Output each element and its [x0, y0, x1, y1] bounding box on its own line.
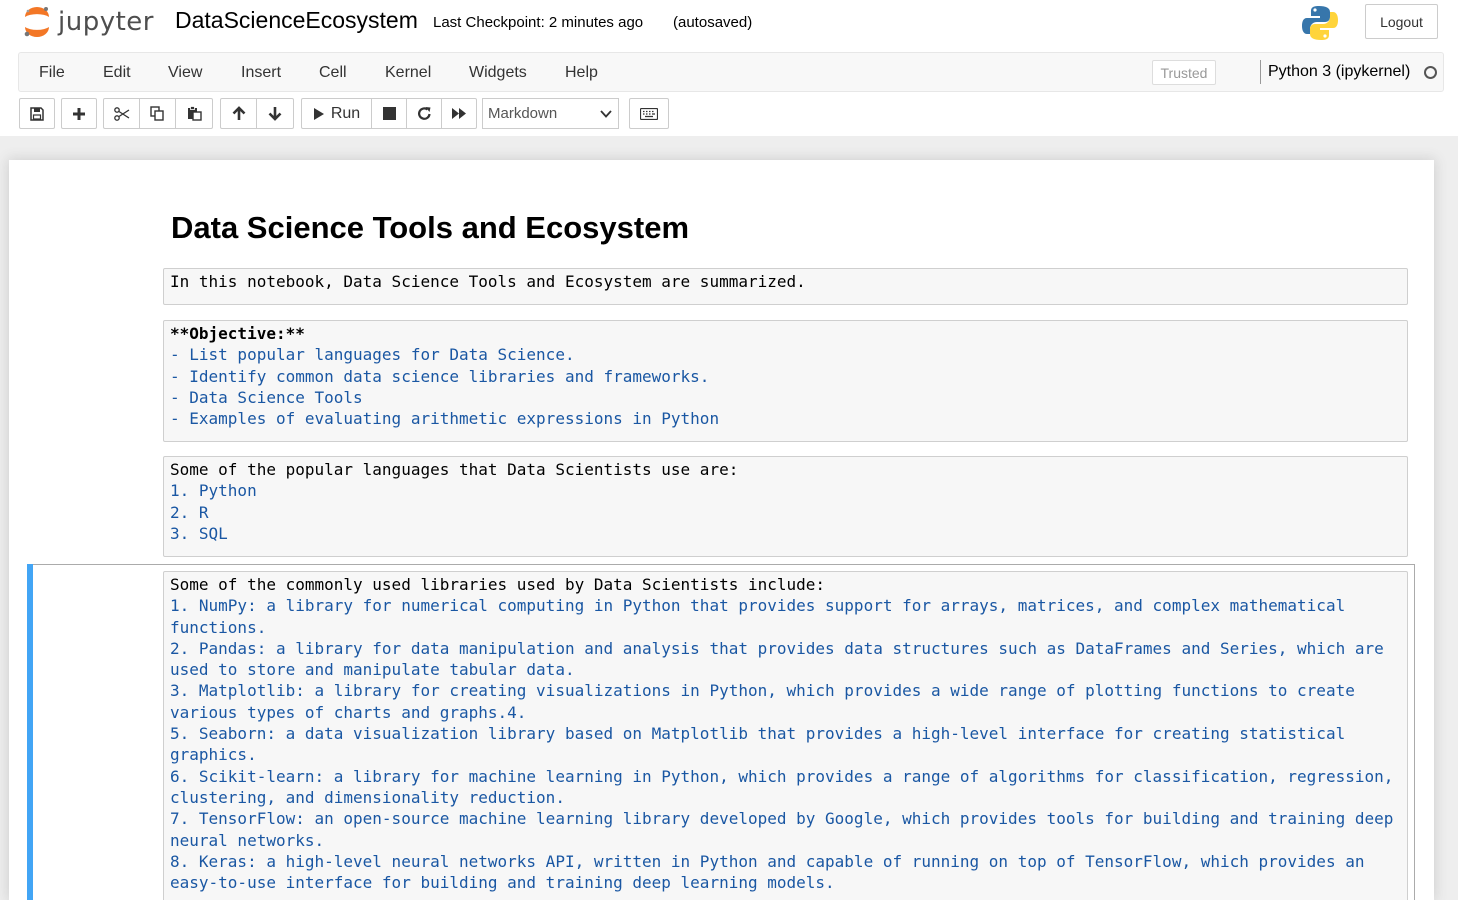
menu-kernel[interactable]: Kernel: [385, 64, 431, 82]
notebook-heading[interactable]: Data Science Tools and Ecosystem: [171, 210, 689, 246]
menu-view[interactable]: View: [168, 64, 202, 82]
cut-button[interactable]: [103, 98, 140, 129]
cell-line: functions.: [170, 617, 267, 637]
notebook-name[interactable]: DataScienceEcosystem: [175, 7, 418, 34]
cell-line: 1. Python: [170, 481, 257, 501]
move-down-button[interactable]: [256, 98, 294, 129]
command-palette-button[interactable]: [629, 98, 669, 129]
menu-file[interactable]: File: [39, 64, 65, 82]
cell-line: neural networks.: [170, 830, 325, 850]
menu-edit[interactable]: Edit: [103, 64, 131, 82]
kernel-idle-icon: [1424, 66, 1437, 79]
trusted-indicator[interactable]: Trusted: [1152, 60, 1216, 85]
cell-line: used to store and manipulate tabular dat…: [170, 660, 575, 680]
logout-button[interactable]: Logout: [1365, 4, 1438, 39]
cell-type-select[interactable]: Markdown: [482, 98, 619, 129]
cell-line: Some of the commonly used libraries used…: [170, 575, 826, 594]
cell-type-value: Markdown: [488, 105, 558, 122]
python-logo-icon: [1301, 4, 1339, 47]
menu-help[interactable]: Help: [565, 64, 598, 82]
notebook-header: jupyter DataScienceEcosystem Last Checkp…: [0, 0, 1458, 136]
interrupt-kernel-button[interactable]: [371, 98, 407, 129]
menu-cell[interactable]: Cell: [319, 64, 347, 82]
cell-line: 1. NumPy: a library for numerical comput…: [170, 596, 1346, 616]
cell-line: **Objective:**: [170, 324, 305, 343]
cell-line: - Data Science Tools: [170, 387, 363, 407]
cell-line: various types of charts and graphs.4.: [170, 702, 527, 722]
cell-line: 2. Pandas: a library for data manipulati…: [170, 638, 1384, 658]
cell-line: 7. TensorFlow: an open-source machine le…: [170, 809, 1394, 829]
toolbar: Run Markdown: [0, 98, 1458, 132]
checkpoint-status: Last Checkpoint: 2 minutes ago: [433, 14, 644, 31]
paste-icon: [187, 106, 202, 121]
stop-icon: [382, 107, 396, 120]
arrow-up-icon: [232, 106, 245, 120]
copy-icon: [150, 106, 164, 121]
chevron-down-icon: [600, 110, 612, 118]
copy-button[interactable]: [139, 98, 176, 129]
markdown-cell[interactable]: **Objective:** - List popular languages …: [163, 320, 1408, 442]
run-icon: [313, 107, 324, 120]
autosave-status: (autosaved): [673, 14, 753, 31]
notebook-area[interactable]: Data Science Tools and Ecosystem In this…: [0, 136, 1458, 900]
save-button[interactable]: [19, 98, 55, 129]
cell-line: easy-to-use interface for building and t…: [170, 873, 835, 893]
paste-button[interactable]: [175, 98, 213, 129]
cut-icon: [113, 106, 129, 121]
cell-line: 3. SQL: [170, 523, 228, 543]
keyboard-icon: [640, 107, 658, 120]
cell-line: 3. Matplotlib: a library for creating vi…: [170, 681, 1355, 701]
move-up-button[interactable]: [220, 98, 257, 129]
jupyter-logo-icon: [24, 7, 49, 37]
arrow-down-icon: [268, 107, 282, 121]
menubar: File Edit View Insert Cell Kernel Widget…: [18, 52, 1444, 92]
cell-line: - Identify common data science libraries…: [170, 366, 710, 386]
menu-insert[interactable]: Insert: [241, 64, 281, 82]
notebook-container: Data Science Tools and Ecosystem In this…: [9, 160, 1434, 900]
cell-line: 2. R: [170, 502, 209, 522]
restart-kernel-button[interactable]: [406, 98, 442, 129]
kernel-separator: [1260, 60, 1261, 84]
cell-line: In this notebook, Data Science Tools and…: [170, 272, 806, 291]
plus-icon: [73, 107, 85, 120]
cell-line: graphics.: [170, 745, 257, 765]
cell-line: 5. Seaborn: a data visualization library…: [170, 724, 1346, 744]
jupyter-logo[interactable]: jupyter: [22, 4, 154, 40]
selected-cell-indicator: [27, 564, 33, 900]
cell-line: Some of the popular languages that Data …: [170, 460, 739, 479]
insert-cell-button[interactable]: [61, 98, 97, 129]
cell-line: - Examples of evaluating arithmetic expr…: [170, 409, 720, 429]
cell-line: - List popular languages for Data Scienc…: [170, 345, 575, 365]
fast-forward-icon: [452, 108, 466, 119]
cell-line: 8. Keras: a high-level neural networks A…: [170, 851, 1365, 871]
header-bar: jupyter DataScienceEcosystem Last Checkp…: [0, 0, 1458, 50]
cell-line: 6. Scikit-learn: a library for machine l…: [170, 766, 1394, 786]
run-button[interactable]: Run: [301, 98, 372, 129]
markdown-cell[interactable]: Some of the popular languages that Data …: [163, 456, 1408, 557]
kernel-name: Python 3 (ipykernel): [1268, 63, 1411, 80]
menu-widgets[interactable]: Widgets: [469, 64, 527, 82]
run-label: Run: [330, 104, 361, 122]
restart-run-all-button[interactable]: [441, 98, 477, 129]
markdown-cell-selected[interactable]: Some of the commonly used libraries used…: [163, 571, 1408, 900]
save-icon: [30, 106, 44, 121]
restart-icon: [417, 107, 431, 120]
jupyter-logo-text: jupyter: [58, 7, 154, 37]
cell-line: clustering, and dimensionality reduction…: [170, 787, 565, 807]
markdown-cell[interactable]: In this notebook, Data Science Tools and…: [163, 268, 1408, 305]
